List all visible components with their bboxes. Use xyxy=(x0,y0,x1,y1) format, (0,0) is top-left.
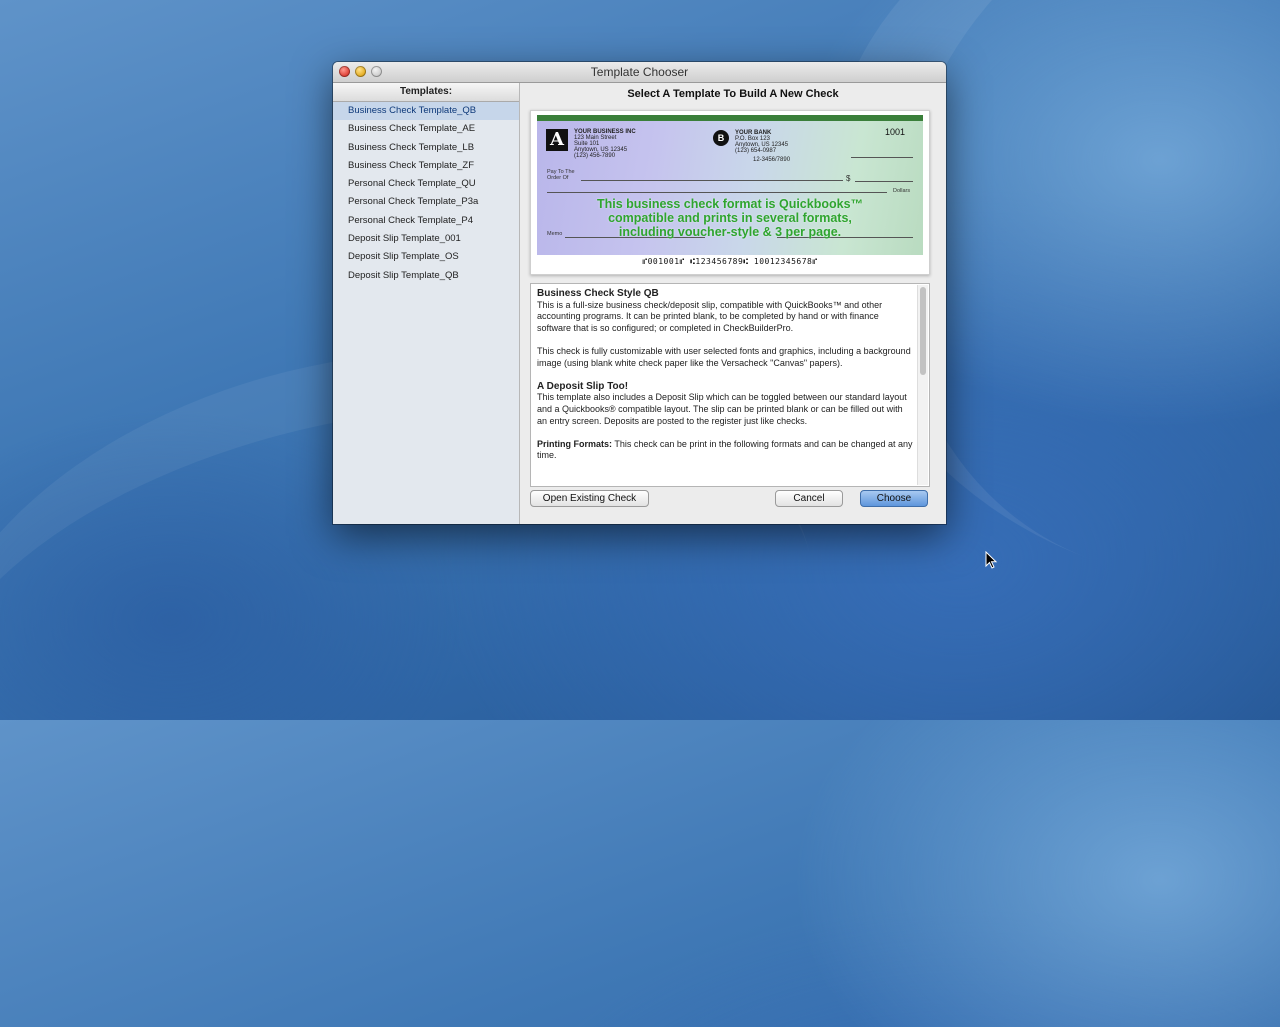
promo-line-2: compatible and prints in several formats… xyxy=(608,211,852,225)
scrollbar-thumb[interactable] xyxy=(920,287,926,375)
choose-button[interactable]: Choose xyxy=(860,490,928,507)
bank-logo-icon: B xyxy=(713,130,729,146)
description-box[interactable]: Business Check Style QB This is a full-si… xyxy=(530,283,930,487)
page-title: Select A Template To Build A New Check xyxy=(627,88,839,100)
dollar-sign: $ xyxy=(846,174,851,183)
description-para-3: This template also includes a Deposit Sl… xyxy=(537,392,907,426)
template-list-item[interactable]: Deposit Slip Template_OS xyxy=(333,248,519,266)
check-number: 1001 xyxy=(884,127,905,137)
template-list-item[interactable]: Personal Check Template_P3a xyxy=(333,193,519,211)
main-panel: Select A Template To Build A New Check A… xyxy=(520,83,946,524)
micr-line: ⑈001001⑈ ⑆123456789⑆ 10012345678⑈ xyxy=(642,257,818,266)
check-image: A YOUR BUSINESS INC 123 Main Street Suit… xyxy=(537,115,923,255)
date-line xyxy=(851,157,913,158)
template-list-item[interactable]: Business Check Template_ZF xyxy=(333,157,519,175)
pay-to-label: Pay To The Order Of xyxy=(547,169,575,181)
cancel-button[interactable]: Cancel xyxy=(775,490,843,507)
amount-line xyxy=(855,181,913,182)
promo-text: This business check format is Quickbooks… xyxy=(537,197,923,239)
template-list-item[interactable]: Deposit Slip Template_001 xyxy=(333,230,519,248)
description-title: Business Check Style QB xyxy=(537,288,659,299)
routing-fraction: 12-3456/7890 xyxy=(753,157,791,163)
dollars-label: Dollars xyxy=(893,188,911,194)
template-chooser-window: Template Chooser Templates: Business Che… xyxy=(333,62,946,524)
check-security-strip xyxy=(537,115,923,121)
promo-line-3: including voucher-style & 3 per page. xyxy=(618,225,842,239)
open-existing-check-button[interactable]: Open Existing Check xyxy=(530,490,649,507)
business-info: YOUR BUSINESS INC 123 Main Street Suite … xyxy=(574,129,636,159)
bank-address-3: (123) 654-0987 xyxy=(735,148,777,154)
business-logo-icon: A xyxy=(546,129,568,151)
template-list-item[interactable]: Personal Check Template_QU xyxy=(333,175,519,193)
title-bar[interactable]: Template Chooser xyxy=(333,62,946,83)
written-amount-line xyxy=(547,192,887,193)
templates-sidebar: Templates: Business Check Template_QB Bus… xyxy=(333,83,520,524)
templates-header: Templates: xyxy=(333,83,519,102)
template-list-item[interactable]: Business Check Template_QB xyxy=(333,102,519,121)
window-title: Template Chooser xyxy=(590,65,689,79)
promo-line-1: This business check format is Quickbooks… xyxy=(596,197,864,211)
description-text: Business Check Style QB This is a full-si… xyxy=(537,288,915,474)
printing-formats-label: Printing Formats: xyxy=(537,438,613,449)
template-list-item[interactable]: Business Check Template_LB xyxy=(333,139,519,157)
business-address-4: (123) 456-7890 xyxy=(574,153,616,159)
bank-info: YOUR BANK P.O. Box 123 Anytown, US 12345… xyxy=(735,130,790,163)
template-list-item[interactable]: Business Check Template_AE xyxy=(333,120,519,138)
check-preview: A YOUR BUSINESS INC 123 Main Street Suit… xyxy=(530,110,930,275)
template-list-item[interactable]: Personal Check Template_P4 xyxy=(333,212,519,230)
deposit-slip-heading: A Deposit Slip Too! xyxy=(537,380,629,392)
template-list: Business Check Template_QB Business Check… xyxy=(333,102,519,285)
description-para-1: This is a full-size business check/depos… xyxy=(537,299,883,333)
template-list-item[interactable]: Deposit Slip Template_QB xyxy=(333,267,519,285)
mouse-cursor-icon xyxy=(985,551,998,569)
description-para-2: This check is fully customizable with us… xyxy=(537,345,911,368)
payee-line xyxy=(581,180,843,181)
description-scrollbar[interactable] xyxy=(917,285,928,485)
